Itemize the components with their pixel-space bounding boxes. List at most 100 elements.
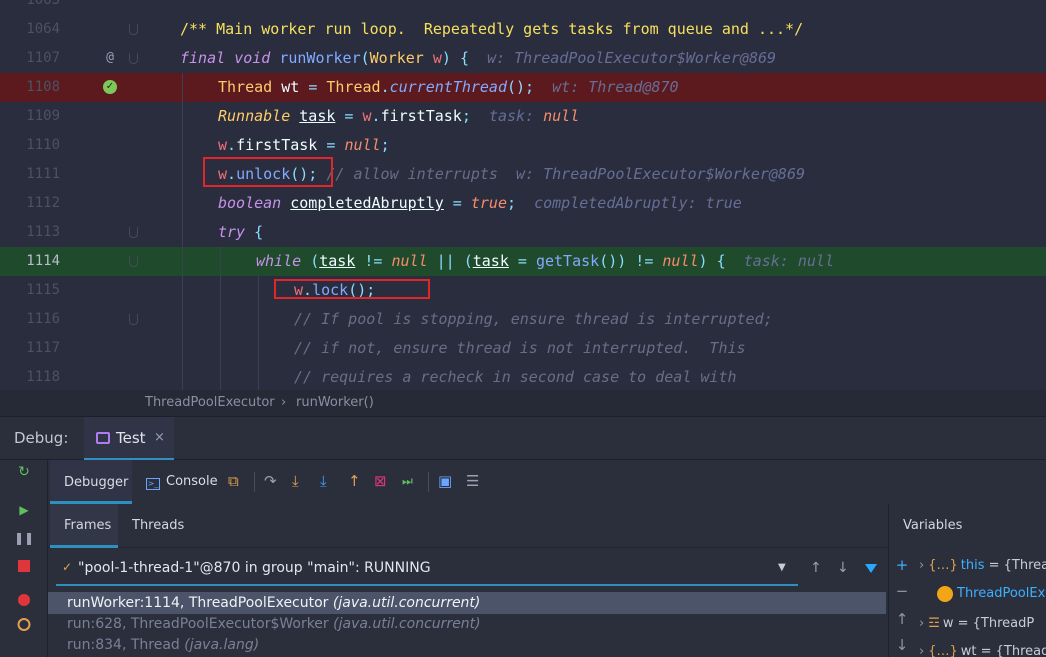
code-token: // if not, ensure thread is not interrup… (294, 339, 746, 357)
breakpoint-check-icon[interactable]: ✓ (103, 80, 117, 94)
thread-check-icon: ✓ (62, 560, 73, 574)
step-out-icon[interactable]: ↑ (348, 472, 361, 490)
code-token: = (508, 252, 536, 270)
thread-selector[interactable]: ✓ "pool-1-thread-1"@870 in group "main":… (48, 548, 888, 590)
variable-row-wt[interactable]: › {…} wt = {Thread (919, 644, 1046, 657)
variable-name: this (960, 558, 985, 573)
code-line: 1109 Runnable task = w.firstTask; task: … (0, 102, 1046, 131)
indent-guide (258, 276, 259, 390)
code-token: . (227, 136, 237, 154)
step-over-icon[interactable]: ↷ (264, 472, 277, 490)
frames-threads-tabs: Frames Threads (48, 504, 888, 548)
close-icon[interactable]: × (154, 430, 165, 445)
expand-icon[interactable]: › (919, 558, 924, 573)
move-down-icon[interactable]: ↓ (895, 636, 909, 654)
frame-package: (java.util.concurrent) (332, 595, 481, 611)
variables-panel: + − ↑ ↓ › {…} this = {Threa ThreadPoolEx ›… (888, 548, 1046, 657)
fold-icon[interactable] (129, 227, 138, 238)
code-line: 1118 // requires a recheck in second cas… (0, 363, 1046, 390)
tab-debugger[interactable]: Debugger (50, 460, 132, 504)
code-token: = (335, 107, 363, 125)
code-token: task (472, 252, 509, 270)
breadcrumb-method[interactable]: runWorker() (296, 390, 374, 416)
variable-row-class[interactable]: ThreadPoolEx (957, 586, 1045, 601)
line-number: 1108 (26, 79, 60, 95)
move-up-icon[interactable]: ↑ (895, 610, 909, 628)
code-token: task: (488, 107, 544, 125)
line-number: 1109 (26, 108, 60, 124)
breadcrumb-separator: › (281, 395, 287, 410)
code-token: firstTask (380, 107, 462, 125)
code-text: w.firstTask = null; (218, 131, 390, 160)
code-text: /** Main worker run loop. Repeatedly get… (180, 15, 803, 44)
debug-label: Debug: (14, 429, 69, 447)
variable-value: = {ThreadP (953, 616, 1035, 631)
frame-item[interactable]: runWorker:1114, ThreadPoolExecutor (java… (48, 592, 886, 614)
tab-console-label: Console (166, 474, 218, 489)
tab-label: Test (116, 429, 146, 447)
mute-breakpoints-icon[interactable] (17, 618, 31, 631)
force-step-into-icon[interactable]: ⤓ (320, 472, 327, 490)
drop-frame-icon[interactable]: ⊠ (374, 472, 387, 490)
code-text: Thread wt = Thread.currentThread(); wt: … (218, 73, 679, 102)
frames-list: runWorker:1114, ThreadPoolExecutor (java… (48, 590, 888, 657)
step-into-icon[interactable]: ⤓ (292, 472, 299, 490)
code-text: // If pool is stopping, ensure thread is… (294, 305, 773, 334)
thread-status: "pool-1-thread-1"@870 in group "main": R… (78, 560, 431, 576)
tab-threads[interactable]: Threads (132, 504, 184, 548)
emoji-icon (937, 586, 953, 602)
frame-up-icon[interactable]: ↑ (810, 560, 822, 576)
code-token: w: ThreadPoolExecutor$Worker@869 (487, 49, 777, 67)
remove-watch-icon[interactable]: − (895, 582, 909, 600)
expand-icon[interactable]: › (919, 644, 924, 657)
frame-item[interactable]: run:628, ThreadPoolExecutor$Worker (java… (48, 613, 886, 635)
code-token: ()) != (599, 252, 663, 270)
code-token: Thread (218, 78, 282, 96)
trace-stream-icon[interactable]: ☰ (466, 472, 479, 490)
code-token: ( (310, 252, 320, 270)
code-text: boolean completedAbruptly = true; comple… (218, 189, 742, 218)
layout-icon[interactable]: ⧉ (228, 472, 239, 490)
breadcrumb-class[interactable]: ThreadPoolExecutor (145, 390, 275, 416)
expand-icon[interactable]: › (919, 616, 924, 631)
view-breakpoints-icon[interactable] (18, 594, 30, 606)
tab-test-session[interactable]: Test × (84, 417, 174, 461)
chevron-down-icon[interactable]: ▼ (778, 562, 786, 573)
code-token: null (391, 252, 428, 270)
code-token: w (362, 107, 372, 125)
code-editor[interactable]: 1063 1064 /** Main worker run loop. Repe… (0, 0, 1046, 390)
evaluate-expression-icon[interactable]: ▣ (438, 472, 452, 490)
rerun-icon[interactable]: ↻ (18, 464, 30, 480)
highlight-box-unlock (203, 157, 333, 187)
stop-icon[interactable] (18, 560, 30, 572)
code-token: // requires a recheck in second case to … (294, 368, 737, 386)
code-line: 1113 try { (0, 218, 1046, 247)
code-token: wt (281, 78, 309, 96)
fold-icon[interactable] (129, 24, 138, 35)
resume-icon[interactable]: ▶ (19, 502, 28, 518)
fold-icon[interactable] (129, 256, 138, 267)
add-watch-icon[interactable]: + (895, 556, 909, 574)
frame-item[interactable]: run:834, Thread (java.lang) (48, 634, 886, 656)
code-token: w (218, 136, 228, 154)
frame-package: (java.lang) (184, 637, 260, 653)
code-text: while (task != null || (task = getTask()… (256, 247, 834, 276)
frame-down-icon[interactable]: ↓ (837, 560, 849, 576)
tab-frames[interactable]: Frames (50, 504, 118, 548)
code-line: 1110 w.firstTask = null; (0, 131, 1046, 160)
fold-icon[interactable] (129, 53, 138, 64)
fold-icon[interactable] (129, 314, 138, 325)
tab-console[interactable]: >_ Console (146, 474, 218, 490)
code-token: Runnable (218, 107, 300, 125)
run-to-cursor-icon[interactable]: ⏭ (402, 472, 413, 490)
line-number: 1114 (26, 253, 60, 269)
variables-header: Variables (888, 504, 1046, 548)
code-token: task (319, 252, 356, 270)
variable-row-w[interactable]: › ☲ w = {ThreadP (919, 616, 1034, 631)
filter-icon[interactable] (865, 564, 877, 573)
variable-row-this[interactable]: › {…} this = {Threa (919, 558, 1046, 573)
code-token: ) { (441, 49, 488, 67)
code-line: 1064 /** Main worker run loop. Repeatedl… (0, 15, 1046, 44)
pause-icon[interactable]: ❚❚ (14, 530, 34, 546)
override-at-icon[interactable]: @ (103, 51, 117, 65)
